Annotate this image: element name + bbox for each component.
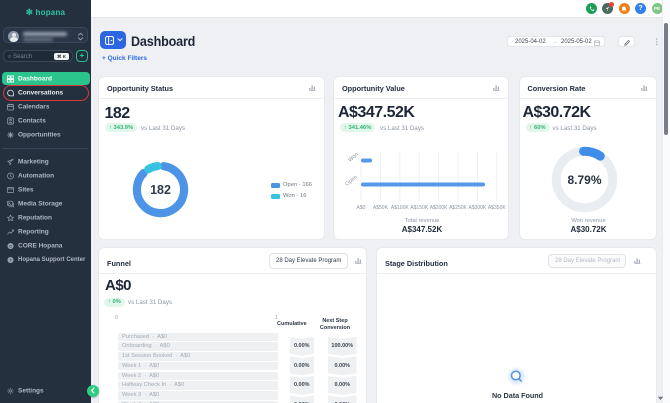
svg-text:A$150K: A$150K	[410, 205, 428, 211]
svg-text:A$100K: A$100K	[391, 205, 409, 211]
svg-text:A$300K: A$300K	[469, 205, 487, 211]
svg-text:Won: Won	[347, 152, 359, 164]
svg-text:C: C	[9, 243, 12, 248]
svg-text:A$350K: A$350K	[488, 205, 506, 211]
svg-text:A$0: A$0	[357, 205, 366, 211]
svg-text:182: 182	[150, 183, 171, 197]
svg-text:A$200K: A$200K	[430, 205, 448, 211]
svg-text:A$250K: A$250K	[449, 205, 467, 211]
svg-text:Open: Open	[344, 174, 358, 187]
svg-text:A$50K: A$50K	[373, 205, 389, 211]
svg-text:8.79%: 8.79%	[567, 173, 601, 187]
